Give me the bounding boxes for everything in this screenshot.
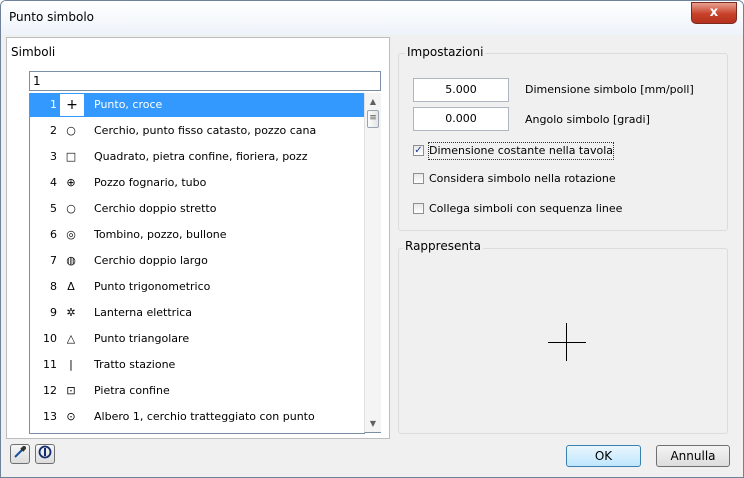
symbol-number: 4 <box>50 176 57 189</box>
square-dot-icon: ⊡ <box>66 384 76 397</box>
list-item[interactable]: 8 Δ Punto trigonometrico <box>30 275 365 299</box>
circle-plus-icon: ⊕ <box>66 176 76 189</box>
cancel-button[interactable]: Annulla <box>656 445 730 467</box>
symbol-number: 12 <box>43 384 57 397</box>
symbol-number: 1 <box>50 98 57 111</box>
symbol-filter-input[interactable]: 1 <box>29 71 381 91</box>
hatched-circle-icon: ◍ <box>66 254 76 267</box>
symbol-number: 13 <box>43 410 57 423</box>
list-item[interactable]: 10 △ Punto triangolare <box>30 327 365 351</box>
square-icon: □ <box>65 150 77 163</box>
symbol-label: Punto, croce <box>94 98 163 111</box>
symbol-number: 2 <box>50 124 57 137</box>
lamp-icon: ✲ <box>66 306 76 319</box>
symbols-header: Simboli <box>11 45 56 59</box>
info-button[interactable] <box>35 444 55 464</box>
link-symbols-label: Collega simboli con sequenza linee <box>429 202 623 215</box>
list-item[interactable]: 9 ✲ Lanterna elettrica <box>30 301 365 325</box>
symbol-label: Quadrato, pietra confine, fioriera, pozz <box>94 150 308 163</box>
symbol-number: 3 <box>50 150 57 163</box>
symbol-label: Tombino, pozzo, bullone <box>94 228 227 241</box>
triangle-icon: △ <box>66 332 76 345</box>
ok-button[interactable]: OK <box>566 445 641 467</box>
window-title: Punto simbolo <box>9 10 95 24</box>
symbol-list[interactable]: 1 + Punto, croce 2 ○ Cerchio, punto fisso cat… <box>29 93 365 434</box>
list-item[interactable]: 13 ⊙ Albero 1, cerchio tratteggiato con pu… <box>30 405 365 429</box>
close-button[interactable]: x <box>691 2 737 24</box>
symbol-size-input[interactable]: 5.000 <box>413 78 509 102</box>
list-item[interactable]: 4 ⊕ Pozzo fognario, tubo <box>30 171 365 195</box>
double-circle-icon: ◎ <box>66 228 76 241</box>
symbol-number: 5 <box>50 202 57 215</box>
list-item[interactable]: 6 ◎ Tombino, pozzo, bullone <box>30 223 365 247</box>
close-icon: x <box>709 5 719 20</box>
preview-cross-vertical <box>566 323 567 361</box>
constant-size-label: Dimensione costante nella tavola <box>427 142 615 160</box>
list-item[interactable]: 7 ◍ Cerchio doppio largo <box>30 249 365 273</box>
symbol-number: 9 <box>50 306 57 319</box>
list-item[interactable]: 2 ○ Cerchio, punto fisso catasto, pozzo ca… <box>30 119 365 143</box>
symbol-label: Punto trigonometrico <box>94 280 211 293</box>
symbol-number: 11 <box>43 358 57 371</box>
preview-header: Rappresenta <box>403 239 484 253</box>
checkbox-box[interactable] <box>413 173 424 184</box>
preview-cross-horizontal <box>548 342 586 343</box>
triangle-icon: Δ <box>67 280 75 293</box>
list-item[interactable]: 12 ⊡ Pietra confine <box>30 379 365 403</box>
pick-symbol-button[interactable] <box>10 444 30 464</box>
circle-icon: ○ <box>66 124 76 137</box>
symbol-label: Albero 1, cerchio tratteggiato con punto <box>94 410 315 423</box>
pipette-icon <box>13 446 27 462</box>
checkbox-check-icon[interactable]: ✓ <box>413 145 424 156</box>
symbol-number: 8 <box>50 280 57 293</box>
scroll-up-arrow-icon[interactable]: ▲ <box>365 93 381 110</box>
symbol-number: 7 <box>50 254 57 267</box>
symbol-label: Cerchio doppio largo <box>94 254 208 267</box>
symbol-label: Cerchio, punto fisso catasto, pozzo cana <box>94 124 317 137</box>
consider-rotation-label: Considera simbolo nella rotazione <box>429 172 616 185</box>
symbol-angle-label: Angolo simbolo [gradi] <box>525 113 650 126</box>
settings-header: Impostazioni <box>405 45 486 59</box>
symbol-label: Cerchio doppio stretto <box>94 202 217 215</box>
info-icon <box>38 445 52 462</box>
bar-icon: | <box>69 358 73 371</box>
list-item[interactable]: 3 □ Quadrato, pietra confine, fioriera, po… <box>30 145 365 169</box>
symbol-label: Pietra confine <box>94 384 170 397</box>
circle-dot-icon: ⊙ <box>66 410 76 423</box>
symbol-number: 6 <box>50 228 57 241</box>
scroll-thumb[interactable]: ≡ <box>367 110 379 128</box>
symbol-list-scrollbar[interactable]: ▲ ≡ ▼ <box>364 93 381 433</box>
plus-icon: + <box>60 94 84 116</box>
list-item[interactable]: 1 + Punto, croce <box>30 93 365 117</box>
symbol-size-label: Dimensione simbolo [mm/poll] <box>525 83 694 96</box>
list-item[interactable]: 11 | Tratto stazione <box>30 353 365 377</box>
symbol-number: 10 <box>43 332 57 345</box>
symbol-label: Pozzo fognario, tubo <box>94 176 207 189</box>
title-bar: Punto simbolo x <box>1 1 743 35</box>
symbol-label: Lanterna elettrica <box>94 306 193 319</box>
scroll-down-arrow-icon[interactable]: ▼ <box>365 415 381 432</box>
symbol-label: Punto triangolare <box>94 332 190 345</box>
dialog-window: Punto simbolo x Simboli 1 1 + Punto, croce… <box>0 0 744 478</box>
symbol-label: Tratto stazione <box>94 358 176 371</box>
circle-icon: ○ <box>66 202 76 215</box>
checkbox-box[interactable] <box>413 203 424 214</box>
preview-group <box>398 248 728 434</box>
list-item[interactable]: 5 ○ Cerchio doppio stretto <box>30 197 365 221</box>
symbol-angle-input[interactable]: 0.000 <box>413 107 509 131</box>
